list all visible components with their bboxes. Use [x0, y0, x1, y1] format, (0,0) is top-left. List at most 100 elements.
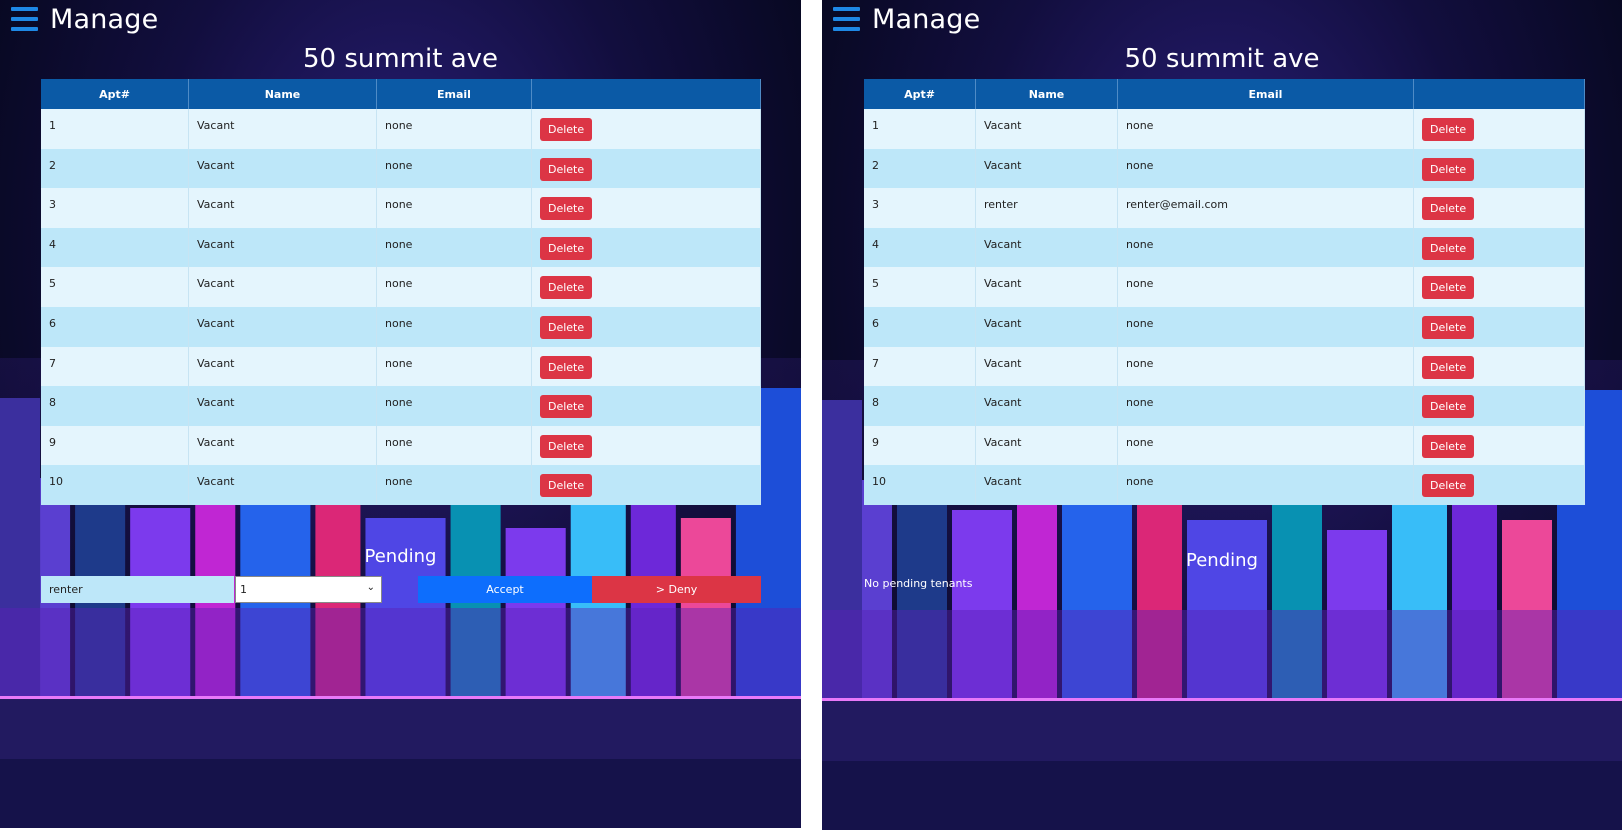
email-cell: none [376, 465, 532, 505]
apt-cell: 5 [864, 267, 976, 307]
email-cell: none [1117, 386, 1414, 426]
accept-button[interactable]: Accept [418, 576, 592, 603]
page-title: Manage [872, 4, 981, 35]
deny-button[interactable]: > Deny [592, 576, 761, 603]
actions-cell: Delete [531, 109, 761, 149]
table-row: 7 Vacant none Delete [41, 346, 761, 387]
table-row: 8 Vacant none Delete [864, 386, 1585, 426]
building-title: 50 summit ave [1124, 44, 1320, 74]
email-cell: none [1117, 109, 1414, 149]
table-row: 9 Vacant none Delete [41, 425, 761, 466]
actions-cell: Delete [1413, 109, 1585, 149]
delete-button[interactable]: Delete [540, 355, 593, 379]
actions-cell: Delete [1413, 465, 1585, 505]
name-cell: Vacant [188, 267, 377, 307]
actions-cell: Delete [1413, 346, 1585, 387]
apt-cell: 3 [864, 188, 976, 228]
name-cell: Vacant [188, 465, 377, 505]
delete-button[interactable]: Delete [540, 276, 593, 300]
apartments-table: Apt# Name Email 1 Vacant none Delete 2 V… [864, 79, 1585, 505]
actions-cell: Delete [531, 386, 761, 426]
name-cell: renter [975, 188, 1118, 228]
delete-button[interactable]: Delete [540, 434, 593, 458]
delete-button[interactable]: Delete [1422, 236, 1475, 260]
email-cell: none [376, 188, 532, 228]
actions-cell: Delete [531, 346, 761, 387]
delete-button[interactable]: Delete [540, 197, 593, 221]
delete-button[interactable]: Delete [1422, 197, 1475, 221]
column-header-name: Name [975, 79, 1118, 109]
name-cell: Vacant [188, 148, 377, 189]
table-header-row: Apt# Name Email [41, 79, 761, 109]
hamburger-menu-icon[interactable] [833, 7, 860, 31]
delete-button[interactable]: Delete [1422, 118, 1475, 141]
apt-cell: 7 [41, 346, 189, 387]
table-row: 5 Vacant none Delete [41, 267, 761, 307]
apt-cell: 1 [41, 109, 189, 149]
table-row: 2 Vacant none Delete [41, 148, 761, 189]
email-cell: none [1117, 425, 1414, 466]
hamburger-menu-icon[interactable] [11, 7, 38, 31]
table-row: 1 Vacant none Delete [41, 109, 761, 149]
email-cell: none [1117, 465, 1414, 505]
name-cell: Vacant [188, 306, 377, 347]
email-cell: none [1117, 267, 1414, 307]
column-header-name: Name [188, 79, 377, 109]
apt-cell: 9 [41, 425, 189, 466]
apt-cell: 6 [41, 306, 189, 347]
table-row: 3 Vacant none Delete [41, 188, 761, 228]
delete-button[interactable]: Delete [540, 157, 593, 181]
table-header-row: Apt# Name Email [864, 79, 1585, 109]
apt-cell: 2 [864, 148, 976, 189]
delete-button[interactable]: Delete [540, 118, 593, 141]
apt-cell: 10 [864, 465, 976, 505]
apartments-table: Apt# Name Email 1 Vacant none Delete 2 V… [41, 79, 761, 505]
name-cell: Vacant [975, 386, 1118, 426]
table-row: 9 Vacant none Delete [864, 425, 1585, 466]
name-cell: Vacant [975, 346, 1118, 387]
page-title: Manage [50, 4, 159, 35]
chevron-down-icon: ⌄ [366, 582, 375, 593]
apartment-select[interactable]: 1 ⌄ [235, 576, 382, 603]
delete-button[interactable]: Delete [540, 395, 593, 419]
delete-button[interactable]: Delete [1422, 395, 1475, 419]
apt-cell: 1 [864, 109, 976, 149]
pending-tenant-row: renter 1 ⌄ Accept > Deny [41, 576, 761, 604]
delete-button[interactable]: Delete [1422, 315, 1475, 339]
name-cell: Vacant [975, 109, 1118, 149]
column-header-apt: Apt# [864, 79, 976, 109]
email-cell: none [376, 267, 532, 307]
table-row: 1 Vacant none Delete [864, 109, 1585, 149]
name-cell: Vacant [975, 148, 1118, 189]
delete-button[interactable]: Delete [1422, 276, 1475, 300]
delete-button[interactable]: Delete [1422, 355, 1475, 379]
table-row: 8 Vacant none Delete [41, 386, 761, 426]
name-cell: Vacant [188, 346, 377, 387]
email-cell: none [376, 148, 532, 189]
delete-button[interactable]: Delete [540, 236, 593, 260]
actions-cell: Delete [531, 188, 761, 228]
apt-cell: 3 [41, 188, 189, 228]
pending-title: Pending [1186, 550, 1258, 571]
actions-cell: Delete [1413, 188, 1585, 228]
column-header-actions [531, 79, 761, 109]
name-cell: Vacant [975, 227, 1118, 268]
actions-cell: Delete [1413, 148, 1585, 189]
delete-button[interactable]: Delete [540, 315, 593, 339]
delete-button[interactable]: Delete [1422, 474, 1475, 498]
name-cell: Vacant [975, 267, 1118, 307]
manage-screen-right: Manage 50 summit ave Apt# Name Email 1 V… [822, 0, 1622, 830]
building-title: 50 summit ave [302, 44, 499, 74]
no-pending-message: No pending tenants [864, 577, 973, 590]
delete-button[interactable]: Delete [540, 474, 593, 498]
name-cell: Vacant [188, 188, 377, 228]
actions-cell: Delete [531, 306, 761, 347]
apartment-select-value: 1 [240, 583, 247, 596]
actions-cell: Delete [531, 425, 761, 466]
pending-tenant-name: renter [41, 576, 234, 603]
actions-cell: Delete [531, 267, 761, 307]
delete-button[interactable]: Delete [1422, 434, 1475, 458]
table-row: 6 Vacant none Delete [864, 306, 1585, 347]
delete-button[interactable]: Delete [1422, 157, 1475, 181]
table-row: 5 Vacant none Delete [864, 267, 1585, 307]
